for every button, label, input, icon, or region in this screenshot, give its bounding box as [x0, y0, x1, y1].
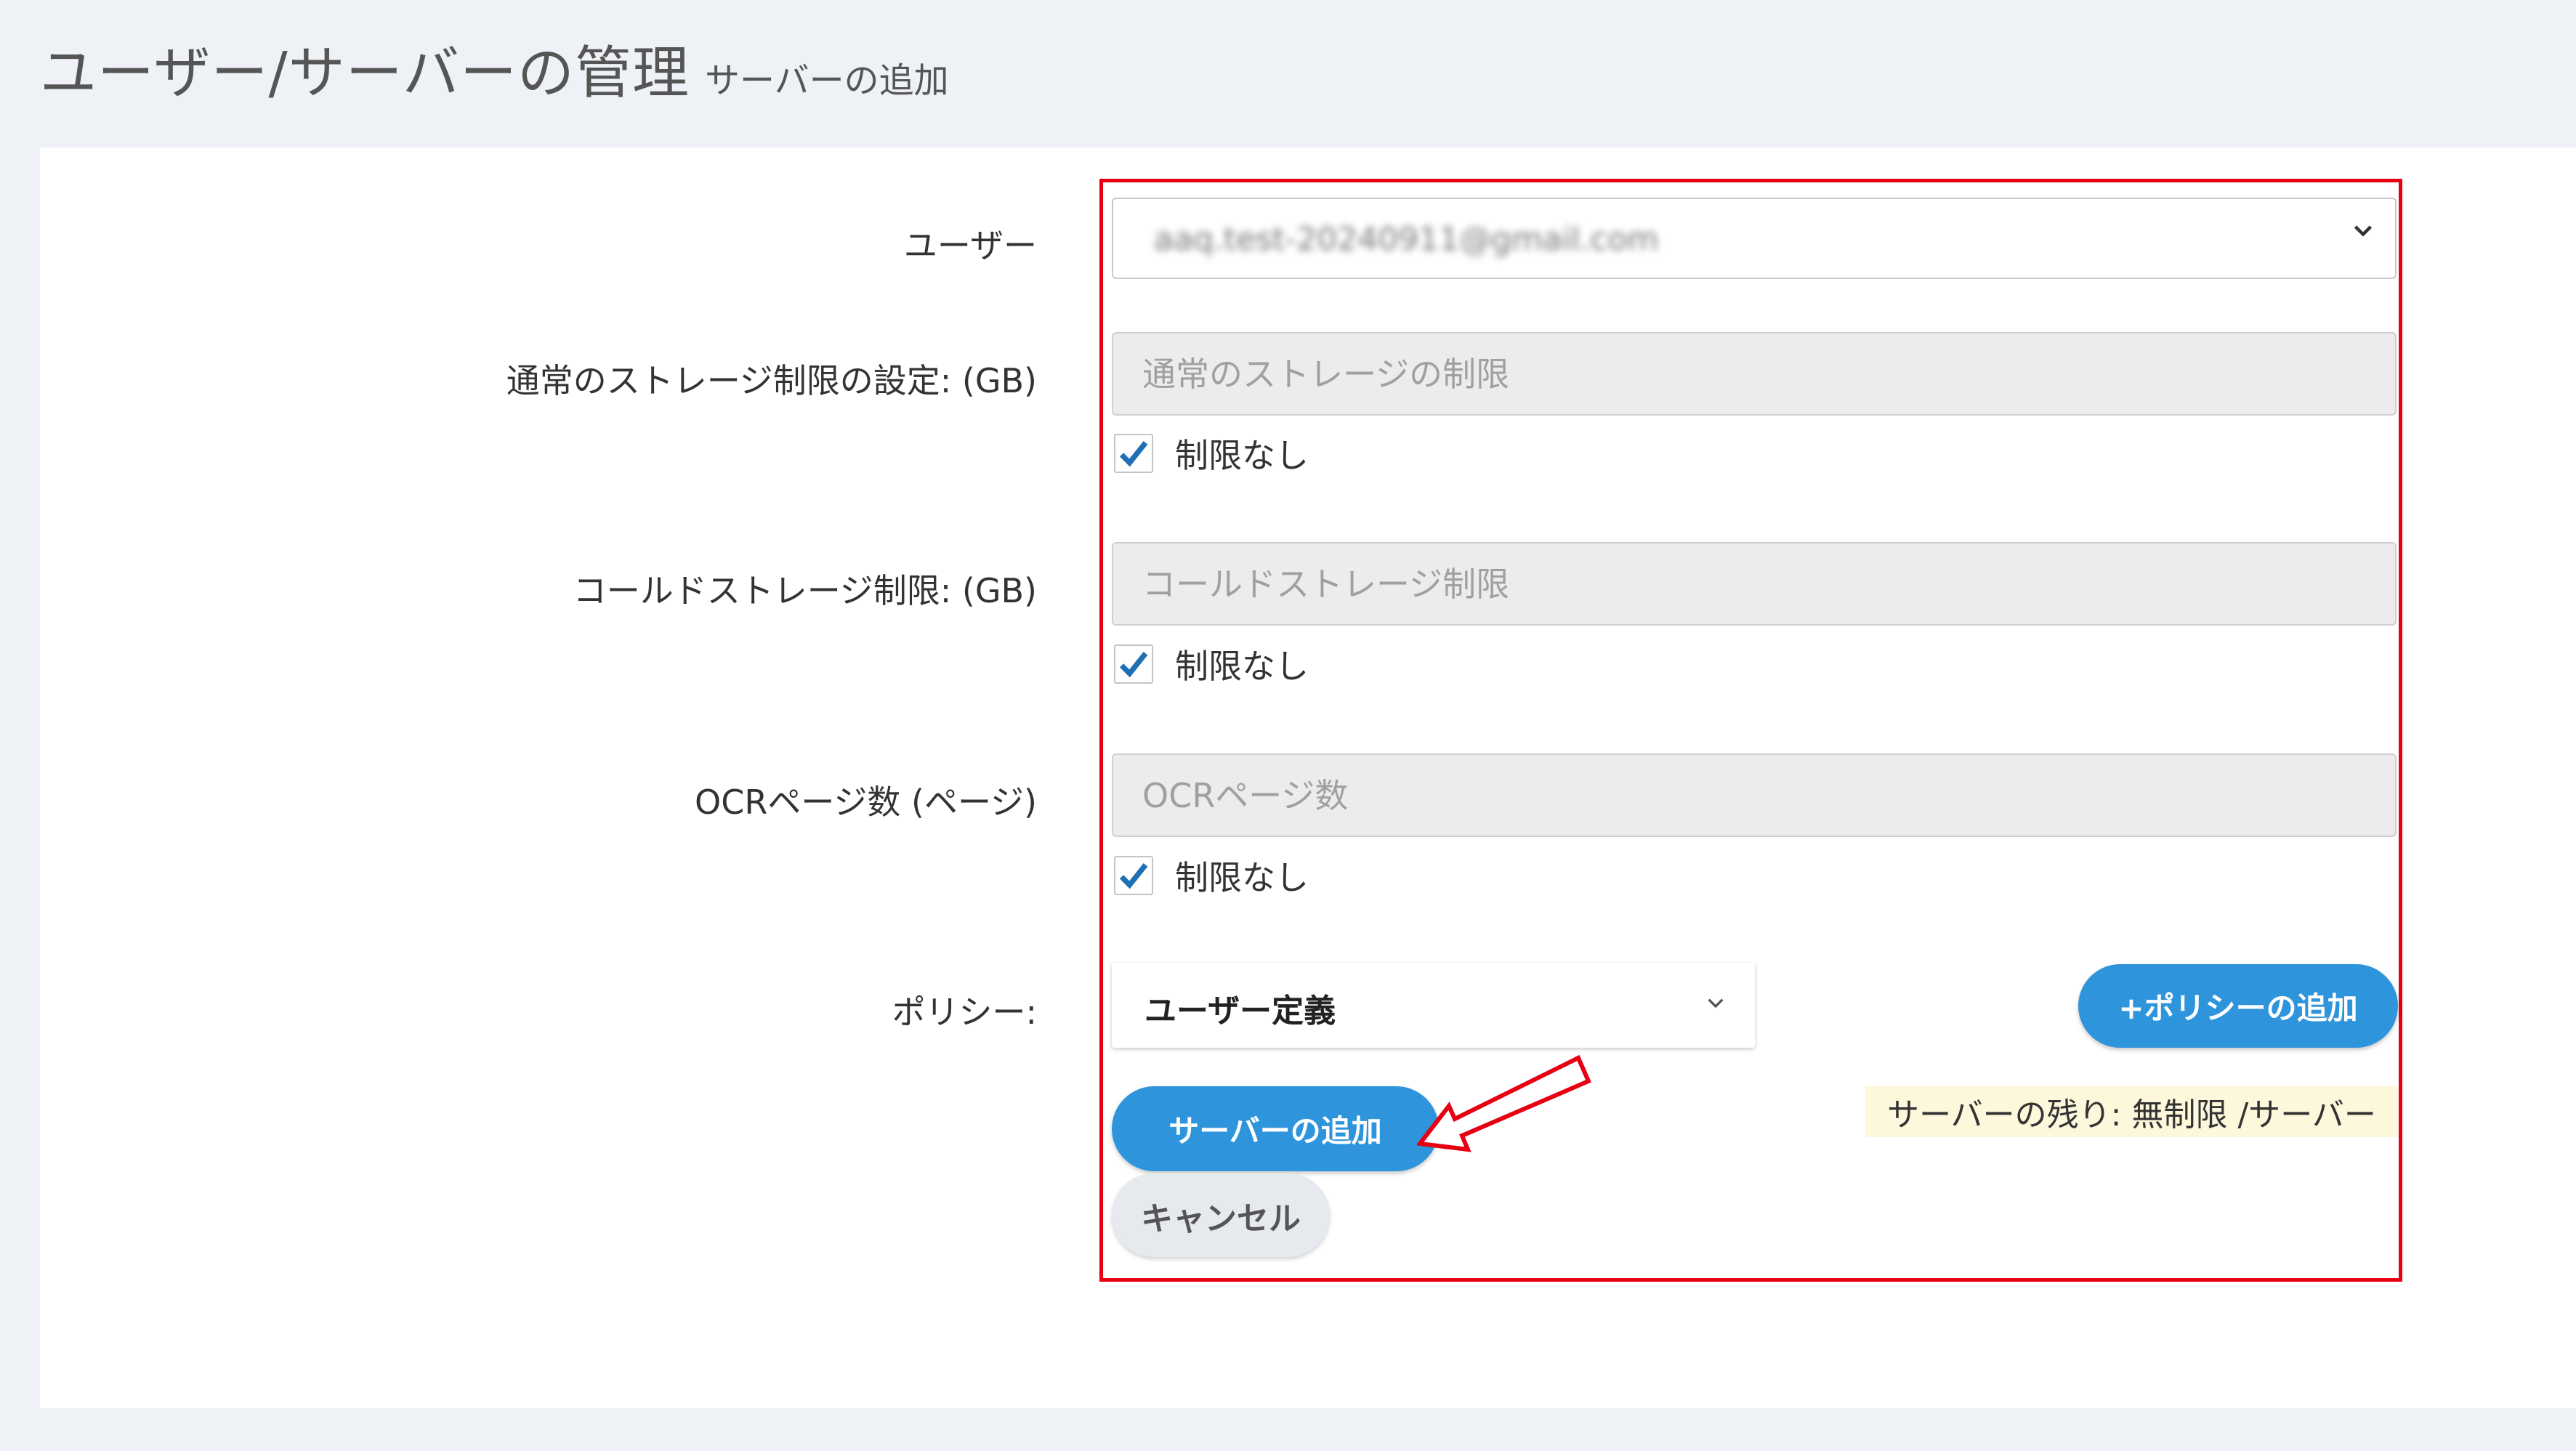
chevron-down-icon	[1704, 983, 1727, 1024]
policy-label: ポリシー:	[892, 993, 1038, 1032]
page-title: ユーザー/サーバーの管理	[40, 41, 690, 106]
normal-storage-input[interactable]	[1112, 332, 2397, 416]
cold-storage-unlimited-label: 制限なし	[1175, 647, 1309, 686]
ocr-pages-label: OCRページ数 (ページ)	[695, 783, 1037, 822]
cold-storage-unlimited-row[interactable]: 制限なし	[1114, 642, 1309, 687]
page-header: ユーザー/サーバーの管理 サーバーの追加	[40, 28, 949, 109]
user-select[interactable]: aaq.test-20240911@gmail.com	[1112, 198, 2397, 279]
user-email-value: aaq.test-20240911@gmail.com	[1154, 221, 1659, 258]
normal-storage-unlimited-row[interactable]: 制限なし	[1114, 431, 1309, 476]
chevron-down-icon	[2350, 212, 2376, 253]
user-label: ユーザー	[903, 226, 1037, 265]
checkmark-icon	[1119, 863, 1148, 889]
ocr-pages-unlimited-checkbox[interactable]	[1114, 856, 1153, 895]
ocr-pages-unlimited-row[interactable]: 制限なし	[1114, 853, 1309, 898]
policy-selected-value: ユーザー定義	[1144, 993, 1336, 1030]
red-arrow-icon	[1417, 1054, 1591, 1152]
checkmark-icon	[1119, 441, 1148, 467]
ocr-pages-input[interactable]	[1112, 753, 2397, 837]
cold-storage-label: コールドストレージ制限: (GB)	[573, 571, 1037, 610]
normal-storage-unlimited-checkbox[interactable]	[1114, 434, 1153, 473]
add-server-button[interactable]: サーバーの追加	[1112, 1086, 1439, 1171]
cancel-button[interactable]: キャンセル	[1112, 1173, 1330, 1257]
remaining-servers-badge: サーバーの残り: 無制限 /サーバー	[1865, 1086, 2398, 1137]
policy-select[interactable]: ユーザー定義	[1112, 963, 1755, 1048]
page-subtitle: サーバーの追加	[705, 60, 949, 101]
normal-storage-label: 通常のストレージ制限の設定: (GB)	[506, 361, 1037, 400]
checkmark-icon	[1119, 652, 1148, 678]
normal-storage-unlimited-label: 制限なし	[1175, 436, 1309, 475]
add-policy-button[interactable]: +ポリシーの追加	[2078, 964, 2398, 1048]
cold-storage-input[interactable]	[1112, 542, 2397, 626]
ocr-pages-unlimited-label: 制限なし	[1175, 858, 1309, 897]
cold-storage-unlimited-checkbox[interactable]	[1114, 644, 1153, 684]
